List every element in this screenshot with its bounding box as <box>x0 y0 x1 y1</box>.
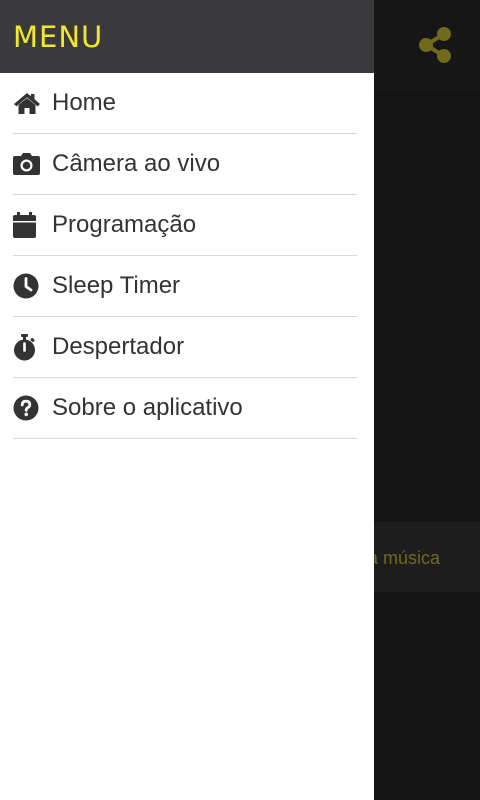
menu-item-label: Sleep Timer <box>52 272 181 299</box>
menu-item-alarm[interactable]: Despertador <box>13 317 357 378</box>
share-icon <box>417 26 453 69</box>
help-icon <box>13 394 43 422</box>
clock-icon <box>13 272 43 300</box>
home-icon <box>13 89 43 117</box>
menu-item-label: Câmera ao vivo <box>52 150 221 177</box>
camera-icon <box>13 150 43 178</box>
stopwatch-icon <box>13 333 43 361</box>
navigation-drawer: MENU Home Câmera ao vivo Programação Sle… <box>0 0 374 800</box>
share-button[interactable] <box>412 24 458 70</box>
now-playing-text: a música <box>368 548 441 568</box>
drawer-header: MENU <box>0 0 374 73</box>
menu-item-sleep-timer[interactable]: Sleep Timer <box>13 256 357 317</box>
menu-item-label: Despertador <box>52 333 185 360</box>
menu-item-about[interactable]: Sobre o aplicativo <box>13 378 357 439</box>
drawer-title: MENU <box>13 19 104 54</box>
menu-item-schedule[interactable]: Programação <box>13 195 357 256</box>
menu-item-label: Programação <box>52 211 197 238</box>
menu-item-live-camera[interactable]: Câmera ao vivo <box>13 134 357 195</box>
app-screen: a música MENU Home Câmera ao vivo Progra… <box>0 0 480 800</box>
menu-item-label: Sobre o aplicativo <box>52 394 243 421</box>
menu-item-home[interactable]: Home <box>13 73 357 134</box>
menu-item-label: Home <box>52 89 117 116</box>
calendar-icon <box>13 211 43 239</box>
menu-list: Home Câmera ao vivo Programação Sleep Ti… <box>0 73 374 439</box>
